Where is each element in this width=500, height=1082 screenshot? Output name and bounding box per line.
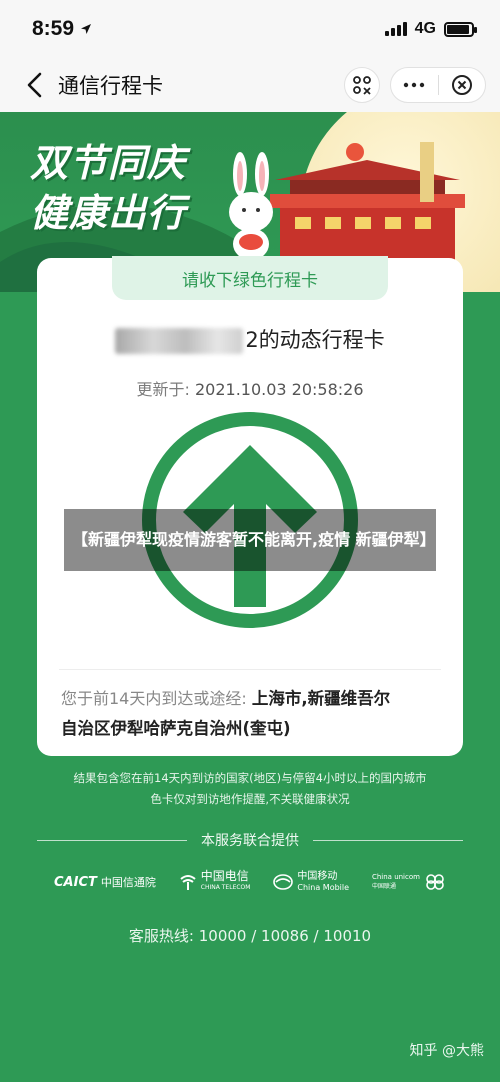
telecom-icon [180, 875, 196, 890]
clock: 8:59 [32, 17, 75, 40]
provider-logos: CAICT 中国信通院 中国电信 CHINA TELECOM 中国移动 Chin… [54, 866, 446, 898]
itinerary-card: 请收下绿色行程卡 2的动态行程卡 更新于: 2021.10.03 20:58:2… [37, 256, 463, 756]
telecom-logo-cn: 中国电信 [200, 869, 249, 883]
update-time-line: 更新于: 2021.10.03 20:58:26 [37, 376, 463, 400]
card-tab: 请收下绿色行程卡 [112, 256, 388, 300]
chevron-left-icon [27, 72, 42, 98]
route-destination-1: 上海市,新疆维吾尔 [251, 689, 391, 708]
more-button[interactable] [391, 68, 438, 102]
more-dots-icon [404, 82, 425, 88]
route-info: 您于前14天内到达或途经: 上海市,新疆维吾尔 自治区伊犁哈萨克自治州(奎屯) [61, 684, 443, 744]
cellular-signal-icon [384, 22, 407, 36]
china-mobile-logo: 中国移动 China Mobile [273, 871, 349, 893]
divider-right [313, 839, 463, 841]
banner-line-1: 双节同庆 [30, 141, 187, 185]
provided-by-label: 本服务联合提供 [201, 833, 299, 849]
zhihu-watermark: 知乎 @大熊 [409, 1043, 484, 1059]
divider-left [37, 839, 187, 841]
customer-hotline: 客服热线: 10000 / 10086 / 10010 [128, 927, 372, 945]
unicom-logo-cn: 中国联通 [371, 883, 396, 890]
route-label: 您于前14天内到达或途经: [61, 689, 247, 708]
unicom-logo-en: China unicom [371, 873, 420, 881]
caict-logo-cn: 中国信通院 [100, 876, 156, 889]
status-bar: 8:59 4G [0, 0, 500, 58]
provided-by-row: 本服务联合提供 [37, 830, 463, 850]
china-unicom-logo: China unicom 中国联通 [372, 873, 446, 891]
status-time: 8:59 [32, 17, 92, 41]
china-telecom-logo: 中国电信 CHINA TELECOM [179, 869, 251, 893]
close-icon [451, 75, 472, 95]
mobile-logo-en: China Mobile [297, 883, 350, 892]
battery-level [447, 24, 469, 34]
news-caption-overlay: 【新疆伊犁现疫情游客暂不能离开,疫情 新疆伊犁】 [64, 509, 436, 571]
disclaimer-line-2: 色卡仅对到访地作提醒,不关联健康状况 [150, 792, 350, 806]
nav-actions [344, 67, 486, 103]
update-time: 2021.10.03 20:58:26 [194, 380, 364, 399]
rabbit-illustration [229, 152, 273, 260]
card-divider [59, 669, 441, 670]
scan-icon [353, 76, 371, 95]
page-title: 通信行程卡 [58, 74, 163, 98]
banner-line-2: 健康出行 [30, 191, 187, 235]
mobile-icon [273, 874, 294, 890]
battery-icon [444, 21, 477, 37]
update-label: 更新于: [136, 380, 190, 399]
scan-button[interactable] [344, 67, 380, 103]
route-line-1: 您于前14天内到达或途经: 上海市,新疆维吾尔 [61, 684, 443, 714]
mini-program-capsule [390, 67, 486, 103]
back-button[interactable] [14, 65, 54, 105]
card-heading: 2的动态行程卡 [37, 324, 463, 354]
unicom-knot-icon [426, 874, 444, 890]
disclaimer-note: 结果包含您在前14天内到访的国家(地区)与停留4小时以上的国内城市 色卡仅对到访… [30, 768, 470, 810]
location-arrow-icon [81, 24, 92, 34]
close-button[interactable] [439, 68, 486, 102]
caict-logo: CAICT 中国信通院 [54, 874, 156, 890]
status-indicators: 4G [384, 20, 477, 38]
telecom-logo-en: CHINA TELECOM [200, 884, 251, 891]
masked-phone-tail: 2 [245, 328, 259, 352]
network-type: 4G [414, 20, 436, 37]
masked-phone-number [115, 328, 244, 354]
card-heading-suffix: 的动态行程卡 [258, 328, 385, 352]
mobile-logo-cn: 中国移动 [297, 871, 338, 882]
disclaimer-line-1: 结果包含您在前14天内到访的国家(地区)与停留4小时以上的国内城市 [73, 771, 427, 785]
banner-headline: 双节同庆 健康出行 [30, 138, 186, 238]
caict-logo-en: CAICT [54, 874, 97, 890]
nav-bar: 通信行程卡 [0, 58, 500, 112]
route-destination-2: 自治区伊犁哈萨克自治州(奎屯) [61, 719, 291, 738]
